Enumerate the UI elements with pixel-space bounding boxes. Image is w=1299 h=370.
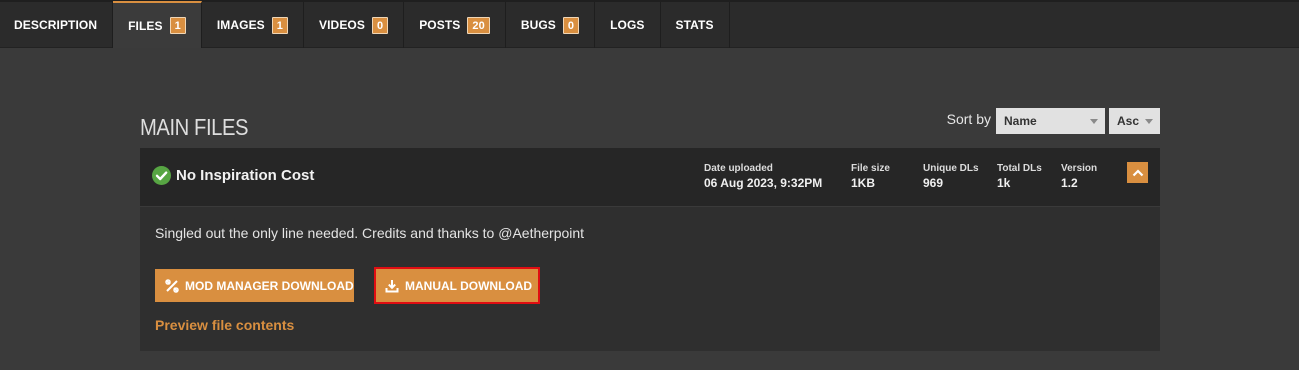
meta-version: Version 1.2	[1061, 163, 1097, 190]
meta-file-size: File size 1KB	[851, 163, 890, 190]
tab-label: STATS	[675, 18, 714, 32]
tab-label: FILES	[128, 18, 163, 33]
sort-order-select[interactable]: Asc	[1109, 108, 1160, 134]
tools-icon	[165, 278, 179, 293]
tab-count-badge: 0	[371, 16, 389, 34]
file-card-header[interactable]: No Inspiration Cost Date uploaded 06 Aug…	[140, 148, 1160, 207]
tab-label: VIDEOS	[319, 18, 365, 32]
sort-label: Sort by	[946, 111, 991, 127]
meta-label: Version	[1061, 163, 1098, 174]
meta-value: 1k	[997, 176, 1011, 190]
manual-download-button[interactable]: MANUAL DOWNLOAD	[374, 267, 540, 304]
sort-order-value: Asc	[1117, 114, 1140, 128]
button-label: MANUAL DOWNLOAD	[405, 278, 533, 293]
collapse-button[interactable]	[1127, 162, 1148, 183]
tab-bugs[interactable]: BUGS 0	[506, 2, 596, 48]
tab-label: IMAGES	[216, 18, 265, 32]
tab-count-badge: 1	[271, 16, 289, 34]
tab-logs[interactable]: LOGS	[595, 2, 661, 48]
button-label: MOD MANAGER DOWNLOAD	[185, 278, 354, 293]
sort-field-select[interactable]: Name	[996, 108, 1105, 134]
meta-unique-dls: Unique DLs 969	[923, 163, 979, 190]
sort-controls: Sort by Name Asc	[947, 108, 1160, 134]
tab-label: DESCRIPTION	[14, 18, 98, 32]
meta-label: File size	[851, 163, 890, 174]
meta-value: 1KB	[851, 176, 876, 190]
sort-field-value: Name	[1004, 114, 1037, 128]
tab-label: BUGS	[520, 18, 556, 32]
file-description: Singled out the only line needed. Credit…	[155, 225, 585, 241]
tab-count-badge: 1	[169, 17, 186, 34]
tab-count-badge: 0	[562, 16, 580, 34]
tab-stats[interactable]: STATS	[661, 2, 730, 48]
tab-posts[interactable]: POSTS 20	[404, 2, 506, 48]
meta-label: Total DLs	[997, 163, 1042, 174]
tab-videos[interactable]: VIDEOS 0	[304, 2, 405, 48]
meta-value: 06 Aug 2023, 9:32PM	[704, 176, 823, 190]
download-icon	[385, 279, 399, 293]
chevron-up-icon	[1132, 168, 1143, 176]
meta-value: 1.2	[1061, 176, 1078, 190]
mod-manager-download-button[interactable]: MOD MANAGER DOWNLOAD	[155, 269, 354, 302]
file-card: No Inspiration Cost Date uploaded 06 Aug…	[140, 148, 1160, 351]
tab-count-badge: 20	[467, 16, 490, 34]
tab-files[interactable]: FILES 1	[113, 1, 202, 48]
tab-label: POSTS	[419, 18, 461, 32]
tab-description[interactable]: DESCRIPTION	[0, 2, 114, 48]
meta-label: Unique DLs	[923, 163, 979, 174]
tab-images[interactable]: IMAGES 1	[202, 2, 305, 48]
tab-label: LOGS	[610, 18, 645, 32]
meta-value: 969	[923, 176, 944, 190]
chevron-down-icon	[1145, 119, 1153, 124]
section-title: MAIN FILES	[140, 114, 249, 140]
meta-date: Date uploaded 06 Aug 2023, 9:32PM	[704, 163, 822, 190]
meta-label: Date uploaded	[704, 163, 773, 174]
tab-bar: DESCRIPTION FILES 1 IMAGES 1 VIDEOS 0 PO…	[0, 0, 1299, 48]
preview-file-contents-link[interactable]: Preview file contents	[155, 317, 294, 333]
meta-total-dls: Total DLs 1k	[997, 163, 1042, 190]
chevron-down-icon	[1090, 119, 1098, 124]
file-name: No Inspiration Cost	[176, 167, 315, 184]
checkmark-icon	[152, 166, 171, 185]
